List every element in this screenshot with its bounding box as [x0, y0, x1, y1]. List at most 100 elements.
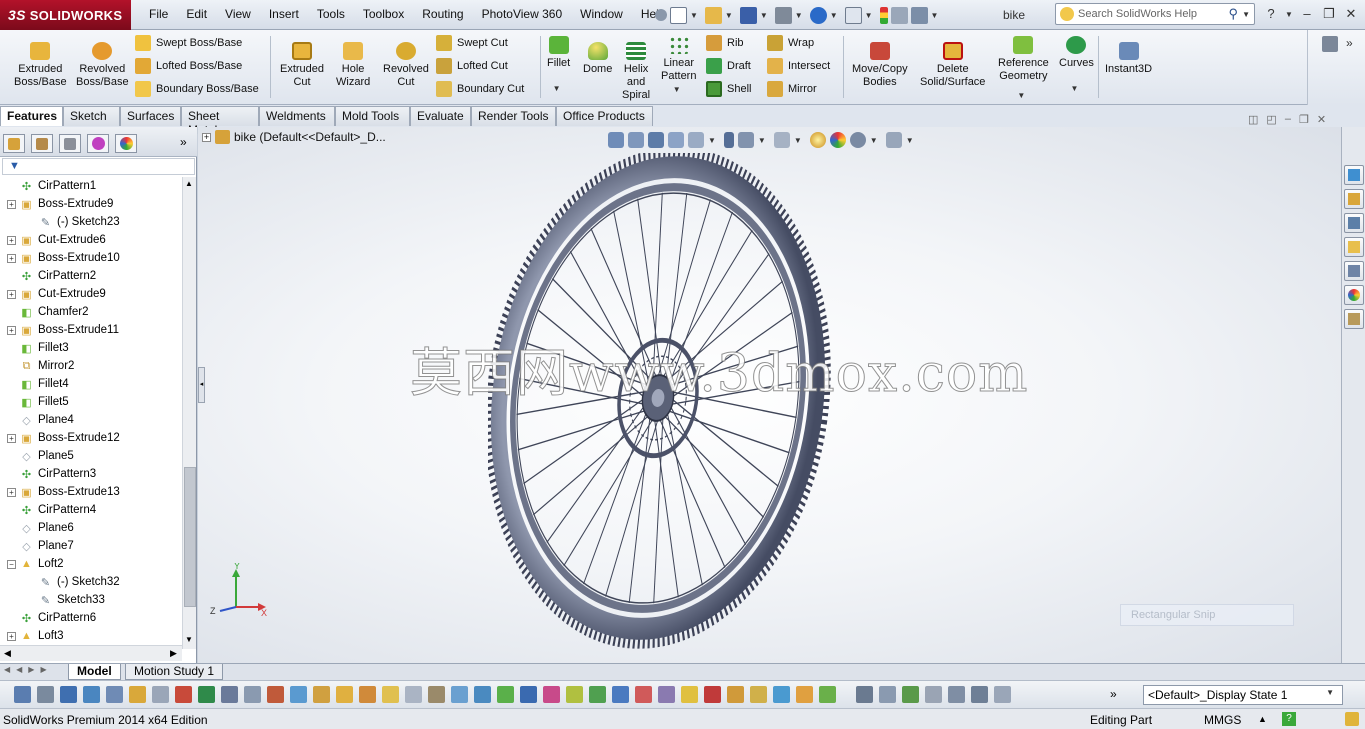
linear-pattern-dropdown-icon[interactable]: ▼ [673, 83, 681, 96]
tool-icon-20[interactable] [451, 686, 468, 703]
expand-icon[interactable]: + [7, 253, 16, 263]
menu-window[interactable]: Window [571, 6, 632, 22]
reference-geometry-dropdown-icon[interactable]: ▼ [1017, 89, 1025, 102]
tool-icon-18[interactable] [405, 686, 422, 703]
tree-item-cirpattern6[interactable]: ✣ CirPattern6 [0, 609, 182, 627]
tab-office-products[interactable]: Office Products [556, 106, 653, 126]
tree-item-chamfer2[interactable]: ◧ Chamfer2 [0, 303, 182, 321]
tree-item-cirpattern3[interactable]: ✣ CirPattern3 [0, 465, 182, 483]
help-status-icon[interactable]: ? [1282, 712, 1296, 726]
viewport-minimize-icon[interactable]: – [1285, 113, 1291, 126]
display-manager-tab[interactable] [115, 134, 137, 153]
tool-icon-4[interactable] [83, 686, 100, 703]
tab-features[interactable]: Features [0, 106, 63, 126]
zoom-to-area-icon[interactable] [628, 132, 644, 148]
tool-icon-29[interactable] [658, 686, 675, 703]
view-orientation-icon[interactable] [688, 132, 704, 148]
rib-button[interactable]: Rib [706, 33, 744, 53]
tab-surfaces[interactable]: Surfaces [120, 106, 181, 126]
tree-item-sketch32[interactable]: ✎ (-) Sketch32 [0, 573, 182, 591]
shell-button[interactable]: Shell [706, 79, 751, 99]
configuration-manager-tab[interactable] [59, 134, 81, 153]
view-tool-icon-7[interactable] [994, 686, 1011, 703]
home-tab[interactable] [1344, 189, 1364, 209]
select-dropdown-icon[interactable]: ▼ [865, 11, 873, 20]
tree-item-boss-extrude12[interactable]: + ▣ Boss-Extrude12 [0, 429, 182, 447]
tab-render-tools[interactable]: Render Tools [471, 106, 556, 126]
menu-photoview[interactable]: PhotoView 360 [473, 6, 572, 22]
swept-cut-button[interactable]: Swept Cut [436, 33, 508, 53]
tree-item-boss-extrude11[interactable]: + ▣ Boss-Extrude11 [0, 321, 182, 339]
file-properties-icon[interactable] [890, 6, 908, 24]
menu-file[interactable]: File [140, 6, 177, 22]
hole-wizard-button[interactable]: Hole Wizard [336, 42, 370, 89]
tab-motion-study[interactable]: Motion Study 1 [125, 664, 224, 680]
view-settings-dropdown-icon[interactable]: ▼ [870, 136, 878, 145]
edit-appearance-icon[interactable] [809, 132, 826, 148]
tab-model[interactable]: Model [68, 664, 121, 680]
expand-icon[interactable]: + [7, 631, 16, 641]
solidworks-logo[interactable]: 3S SOLIDWORKS [0, 0, 131, 30]
delete-solid-surface-button[interactable]: Delete Solid/Surface [920, 42, 985, 89]
tool-icon-6[interactable] [129, 686, 146, 703]
previous-view-icon[interactable] [648, 132, 664, 148]
model-breadcrumb[interactable]: + bike (Default<<Default>_D... [202, 130, 386, 144]
scroll-up-icon[interactable]: ▲ [185, 179, 193, 188]
tree-item-cirpattern1[interactable]: ✣ CirPattern1 [0, 177, 182, 195]
help-dropdown-icon[interactable]: ▼ [1285, 10, 1293, 19]
tree-item-plane5[interactable]: ◇ Plane5 [0, 447, 182, 465]
search-dropdown-icon[interactable]: ▼ [1242, 10, 1250, 19]
tool-icon-35[interactable] [796, 686, 813, 703]
zoom-to-fit-icon[interactable] [608, 132, 624, 148]
file-explorer-tab[interactable] [1344, 237, 1364, 257]
view-tool-icon-3[interactable] [902, 686, 919, 703]
tree-item-plane4[interactable]: ◇ Plane4 [0, 411, 182, 429]
tool-icon-3[interactable] [60, 686, 77, 703]
tool-icon-5[interactable] [106, 686, 123, 703]
minimize-window-button[interactable]: – [1298, 6, 1316, 21]
curves-button[interactable]: Curves ▼ [1059, 36, 1094, 95]
boundary-boss-button[interactable]: Boundary Boss/Base [135, 79, 259, 99]
tool-icon-17[interactable] [382, 686, 399, 703]
menu-toolbox[interactable]: Toolbox [354, 6, 413, 22]
tree-item-boss-extrude13[interactable]: + ▣ Boss-Extrude13 [0, 483, 182, 501]
viewport-close-icon[interactable]: ✕ [1317, 113, 1326, 126]
tool-icon-26[interactable] [589, 686, 606, 703]
intersect-button[interactable]: Intersect [767, 56, 830, 76]
tree-item-plane6[interactable]: ◇ Plane6 [0, 519, 182, 537]
dimxpert-tab[interactable] [87, 134, 109, 153]
design-library-tab[interactable] [1344, 213, 1364, 233]
customize-icon[interactable] [1322, 36, 1338, 52]
tool-icon-22[interactable] [497, 686, 514, 703]
display-state-dropdown-icon[interactable]: ▼ [1326, 688, 1334, 702]
print-dropdown-icon[interactable]: ▼ [795, 11, 803, 20]
tab-sheet-metal[interactable]: Sheet Metal [181, 106, 259, 137]
toolbar-overflow-icon[interactable]: » [1110, 687, 1117, 701]
helix-spiral-button[interactable]: Helix and Spiral [622, 42, 650, 102]
viewport-restore-icon[interactable]: ❐ [1299, 113, 1309, 126]
scrollbar-thumb[interactable] [184, 467, 196, 607]
tool-icon-23[interactable] [520, 686, 537, 703]
tool-icon-30[interactable] [681, 686, 698, 703]
tool-icon-25[interactable] [566, 686, 583, 703]
tree-item-boss-extrude10[interactable]: + ▣ Boss-Extrude10 [0, 249, 182, 267]
tree-horizontal-scrollbar[interactable]: ◀ ▶ [0, 645, 182, 661]
tool-icon-32[interactable] [727, 686, 744, 703]
tool-icon-19[interactable] [428, 686, 445, 703]
panel-collapse-handle[interactable]: ◂ [198, 367, 205, 403]
tab-evaluate[interactable]: Evaluate [410, 106, 471, 126]
view-tool-icon-2[interactable] [879, 686, 896, 703]
tree-item-cut-extrude9[interactable]: + ▣ Cut-Extrude9 [0, 285, 182, 303]
view-settings-icon[interactable] [849, 132, 866, 148]
new-document-icon[interactable] [670, 6, 687, 24]
tree-item-loft2[interactable]: − ▲ Loft2 [0, 555, 182, 573]
menu-routing[interactable]: Routing [413, 6, 472, 22]
tab-mold-tools[interactable]: Mold Tools [335, 106, 410, 126]
display-style-icon[interactable] [737, 132, 754, 148]
tool-icon-15[interactable] [336, 686, 353, 703]
split-icon[interactable]: ◰ [1266, 113, 1276, 126]
linear-pattern-button[interactable]: Linear Pattern ▼ [661, 36, 696, 96]
scroll-right-icon[interactable]: ▶ [170, 648, 177, 659]
extruded-boss-button[interactable]: Extruded Boss/Base [14, 42, 67, 89]
scroll-left-icon[interactable]: ◀ [4, 648, 11, 659]
